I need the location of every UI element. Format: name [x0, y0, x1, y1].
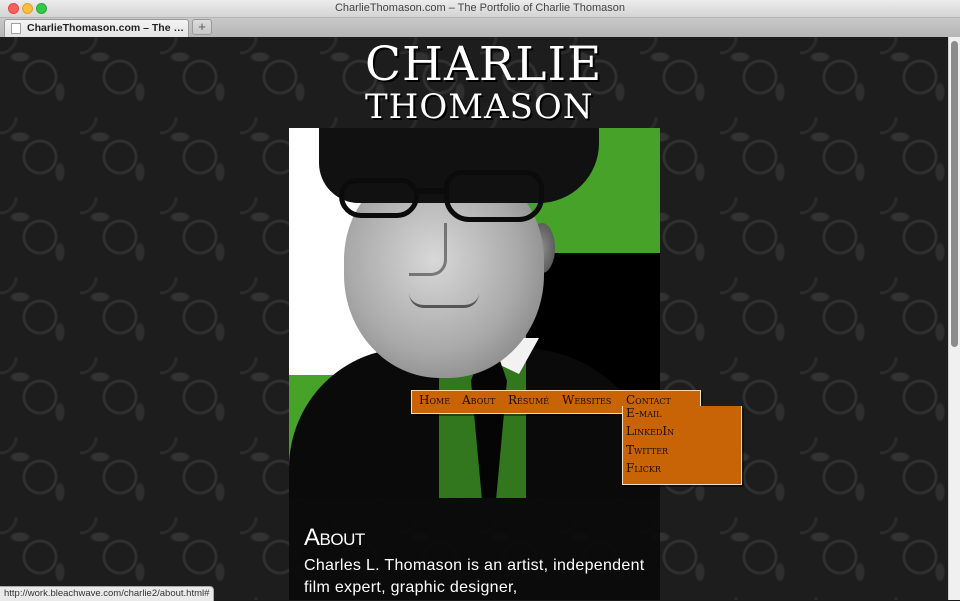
- page-icon: [11, 23, 21, 34]
- glasses-bridge: [417, 188, 446, 194]
- contact-submenu: E-mail LinkedIn Twitter Flickr: [622, 406, 742, 485]
- logo-last-name: THOMASON: [365, 87, 594, 127]
- submenu-item-flickr[interactable]: Flickr: [626, 461, 661, 475]
- browser-tab[interactable]: CharlieThomason.com – The Po...: [4, 19, 189, 37]
- tab-bar: CharlieThomason.com – The Po... +: [0, 18, 960, 38]
- glasses-left-lens: [339, 178, 419, 218]
- about-section: About Charles L. Thomason is an artist, …: [289, 498, 660, 600]
- nav-item-resume[interactable]: Résumé: [508, 393, 549, 407]
- glasses-right-lens: [444, 170, 544, 222]
- portrait-mouth: [409, 293, 479, 308]
- logo-first-name: CHARLIE: [365, 37, 603, 92]
- portrait-nose: [409, 223, 447, 276]
- site-logo[interactable]: CHARLIE THOMASON: [365, 37, 603, 127]
- status-bar-url: http://work.bleachwave.com/charlie2/abou…: [0, 586, 215, 601]
- scrollbar-thumb[interactable]: [951, 41, 958, 347]
- nav-item-contact[interactable]: Contact: [626, 393, 671, 407]
- submenu-item-twitter[interactable]: Twitter: [626, 443, 668, 457]
- nav-item-home[interactable]: Home: [419, 393, 450, 407]
- nav-item-about[interactable]: About: [462, 393, 495, 407]
- nav-item-websites[interactable]: Websites: [562, 393, 611, 407]
- portrait-photo: [289, 128, 660, 498]
- window-title: CharlieThomason.com – The Portfolio of C…: [334, 2, 625, 14]
- page-viewport: CHARLIE THOMASON About Charles L. Thomas…: [0, 37, 948, 600]
- tab-title: CharlieThomason.com – The Po...: [27, 22, 187, 34]
- about-text: Charles L. Thomason is an artist, indepe…: [304, 557, 645, 596]
- page-scrollbar[interactable]: [948, 37, 960, 600]
- submenu-item-email[interactable]: E-mail: [626, 406, 661, 420]
- submenu-item-linkedin[interactable]: LinkedIn: [626, 424, 674, 438]
- new-tab-button[interactable]: +: [192, 19, 212, 35]
- window-titlebar: CharlieThomason.com – The Portfolio of C…: [0, 0, 960, 18]
- about-heading: About: [304, 524, 365, 551]
